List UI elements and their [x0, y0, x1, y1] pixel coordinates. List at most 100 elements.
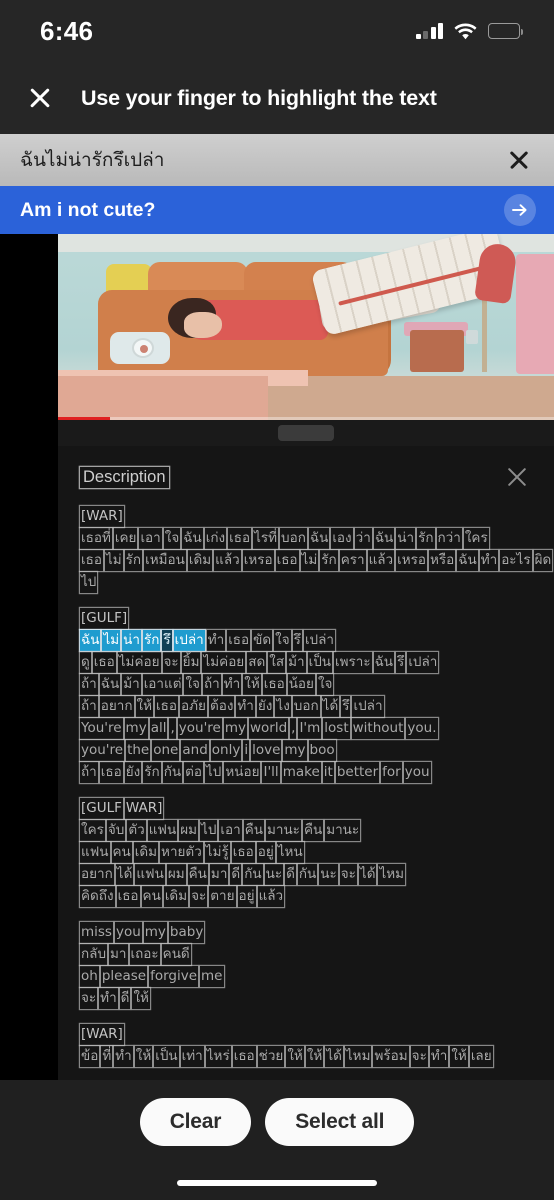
selectable-word[interactable]: ฉัน	[309, 528, 329, 549]
selectable-word[interactable]: my	[283, 740, 306, 761]
selectable-word[interactable]: บอก	[280, 528, 307, 549]
selectable-word[interactable]: ใจ	[184, 674, 201, 695]
selected-word[interactable]: รัก	[142, 630, 161, 651]
selectable-word[interactable]: ไม่	[301, 550, 319, 571]
selectable-word[interactable]: คนดี	[162, 944, 191, 965]
video-thumbnail[interactable]	[58, 234, 554, 420]
selectable-word[interactable]: ไง	[275, 696, 290, 717]
selectable-word[interactable]: ขัด	[252, 630, 272, 651]
selectable-word[interactable]: เธอ	[276, 550, 299, 571]
selectable-word[interactable]: ถ้า	[203, 674, 221, 695]
selectable-word[interactable]: กัน	[243, 864, 262, 885]
selectable-word[interactable]: มา	[210, 864, 228, 885]
close-icon[interactable]	[20, 78, 60, 118]
selectable-word[interactable]: ยัง	[257, 696, 274, 717]
selectable-word[interactable]: เหรอ	[396, 550, 427, 571]
selectable-word[interactable]: ทำ	[236, 696, 254, 717]
selectable-word[interactable]: เพราะ	[334, 652, 372, 673]
selectable-word[interactable]: ฉัน	[100, 674, 120, 695]
selectable-word[interactable]: แล้ว	[368, 550, 395, 571]
select-all-button[interactable]: Select all	[265, 1098, 415, 1146]
selectable-word[interactable]: อยาก	[80, 864, 114, 885]
selectable-word[interactable]: ,	[290, 718, 296, 739]
selectable-word[interactable]: เธอ	[93, 652, 116, 673]
selectable-word[interactable]: ไม่ค่อย	[118, 652, 161, 673]
selectable-word[interactable]: ที่	[101, 1046, 112, 1067]
selectable-word[interactable]: ตาย	[209, 886, 235, 907]
selectable-word[interactable]: [GULF	[80, 798, 123, 819]
selectable-word[interactable]: เอาแต่	[143, 674, 183, 695]
selectable-word[interactable]: ทำ	[480, 550, 498, 571]
selectable-word[interactable]: รึ	[341, 696, 350, 717]
selectable-word[interactable]: จะ	[163, 652, 180, 673]
selectable-word[interactable]: แล้ว	[258, 886, 285, 907]
selectable-word[interactable]: เป็น	[308, 652, 332, 673]
selectable-word[interactable]: แฟน	[135, 864, 165, 885]
selectable-word[interactable]: นะ	[319, 864, 337, 885]
selectable-word[interactable]: ,	[169, 718, 175, 739]
selectable-word[interactable]: ต่อ	[184, 762, 203, 783]
selectable-word[interactable]: ผิด	[534, 550, 553, 571]
selectable-word[interactable]: เหมือน	[144, 550, 186, 571]
selectable-word[interactable]: กัน	[298, 864, 317, 885]
selectable-word[interactable]: เถอะ	[130, 944, 160, 965]
selectable-word[interactable]: ฉัน	[374, 652, 394, 673]
selectable-word[interactable]: ต้อง	[209, 696, 234, 717]
selectable-word[interactable]: เธอ	[232, 842, 255, 863]
selectable-word[interactable]: baby	[169, 922, 204, 943]
selectable-word[interactable]: ให้	[135, 1046, 153, 1067]
arrow-right-icon[interactable]	[504, 194, 536, 226]
selectable-word[interactable]: กลับ	[80, 944, 107, 965]
selectable-word[interactable]: ถ้า	[80, 674, 98, 695]
selectable-word[interactable]: better	[336, 762, 379, 783]
close-icon[interactable]	[502, 462, 532, 492]
selectable-word[interactable]: You're	[80, 718, 123, 739]
selectable-word[interactable]: boo	[309, 740, 336, 761]
selectable-word[interactable]: ไหร่	[206, 1046, 231, 1067]
selectable-word[interactable]: เธอ	[100, 762, 123, 783]
selectable-word[interactable]: ให้	[243, 674, 261, 695]
selectable-word[interactable]: รัก	[143, 762, 160, 783]
selectable-word[interactable]: oh	[80, 966, 99, 987]
selectable-word[interactable]: forgive	[149, 966, 198, 987]
selectable-word[interactable]: ผม	[167, 864, 186, 885]
selectable-word[interactable]: จะ	[340, 864, 357, 885]
selectable-word[interactable]: without	[352, 718, 405, 739]
clear-button[interactable]: Clear	[139, 1098, 252, 1146]
description-body[interactable]: [WAR] เธอที่ เคย เอา ใจ ฉัน เก่ง เธอ ไรที่ บอก ฉัน…	[58, 496, 554, 1067]
selectable-word[interactable]: it	[323, 762, 334, 783]
selectable-word[interactable]: ใส	[268, 652, 285, 673]
selectable-word[interactable]: ไรที่	[253, 528, 278, 549]
selectable-word[interactable]: ยิ้ม	[182, 652, 201, 673]
selectable-word[interactable]: make	[282, 762, 321, 783]
selectable-word[interactable]: ม้า	[287, 652, 305, 673]
selectable-word[interactable]: you	[404, 762, 431, 783]
selectable-word[interactable]: ฉัน	[182, 528, 202, 549]
selectable-word[interactable]: ทำ	[430, 1046, 448, 1067]
selectable-word[interactable]: เปล่า	[304, 630, 335, 651]
selectable-word[interactable]: ดี	[120, 988, 131, 1009]
selectable-word[interactable]: [WAR]	[80, 506, 124, 527]
close-icon[interactable]	[502, 143, 536, 177]
selectable-word[interactable]: lost	[323, 718, 349, 739]
selectable-word[interactable]: มา	[109, 944, 127, 965]
selectable-word[interactable]: จะ	[80, 988, 97, 1009]
selectable-word[interactable]: อยาก	[100, 696, 134, 717]
selectable-word[interactable]: ไหน	[277, 842, 304, 863]
selected-word[interactable]: รึ	[162, 630, 172, 651]
selectable-word[interactable]: รัก	[320, 550, 337, 571]
selectable-word[interactable]: love	[251, 740, 281, 761]
selectable-word[interactable]: [WAR]	[80, 1024, 124, 1045]
selectable-word[interactable]: ใจ	[317, 674, 334, 695]
selectable-word[interactable]: ทำ	[99, 988, 117, 1009]
selectable-word[interactable]: เธอ	[227, 630, 250, 651]
selectable-word[interactable]: only	[211, 740, 242, 761]
selectable-word[interactable]: กว่า	[437, 528, 462, 549]
selectable-word[interactable]: รึ	[396, 652, 405, 673]
selectable-word[interactable]: ให้	[306, 1046, 324, 1067]
selectable-word[interactable]: คน	[112, 842, 132, 863]
selectable-word[interactable]: คิดถึง	[80, 886, 115, 907]
selectable-word[interactable]: ไหม	[345, 1046, 372, 1067]
selectable-word[interactable]: ไม่รู้	[205, 842, 230, 863]
selectable-word[interactable]: เธอ	[228, 528, 251, 549]
